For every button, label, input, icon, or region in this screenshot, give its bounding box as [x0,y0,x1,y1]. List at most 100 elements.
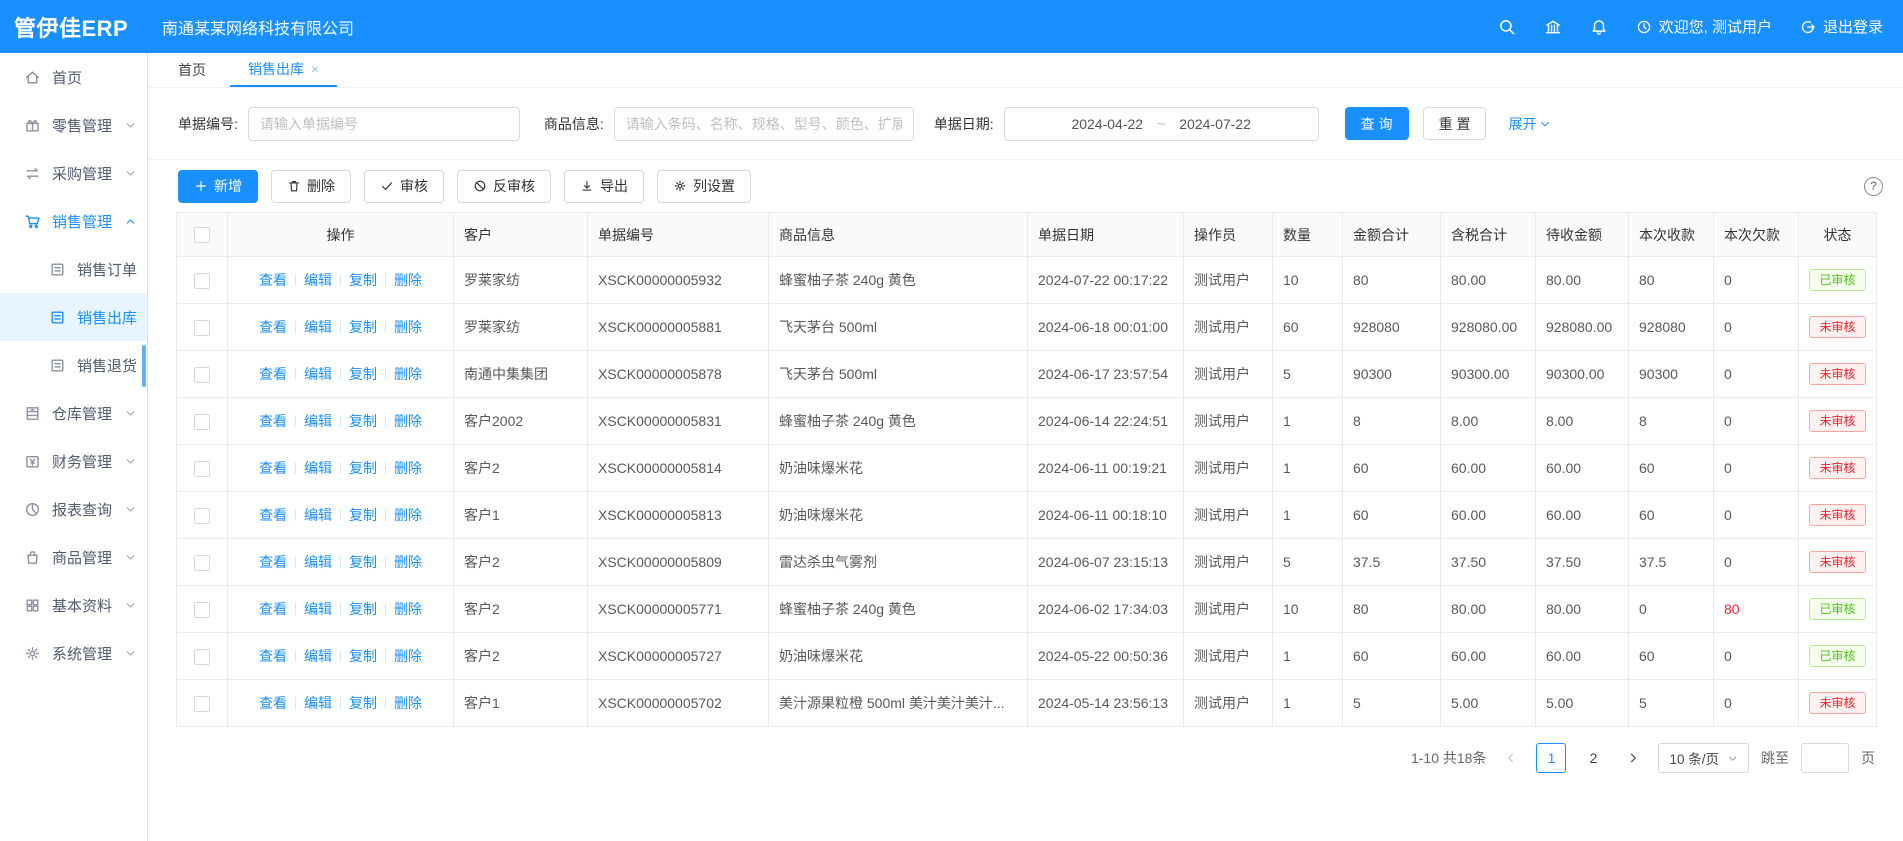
delete-link[interactable]: 删除 [394,507,422,523]
sidebar-item-sales-return[interactable]: 销售退货 [0,341,147,389]
delete-link[interactable]: 删除 [394,554,422,570]
copy-link[interactable]: 复制 [349,554,377,570]
page-number-1[interactable]: 1 [1536,743,1566,773]
logout-button[interactable]: 退出登录 [1800,16,1883,37]
product-input[interactable] [614,107,914,141]
sidebar-item-goods[interactable]: 商品管理 [0,533,147,581]
add-button[interactable]: 新增 [178,170,258,203]
delete-link[interactable]: 删除 [394,695,422,711]
help-icon[interactable]: ? [1864,177,1883,196]
view-link[interactable]: 查看 [259,648,287,664]
search-icon[interactable] [1498,18,1516,36]
col-received: 本次收款 [1629,213,1714,257]
sidebar-item-report[interactable]: 报表查询 [0,485,147,533]
copy-link[interactable]: 复制 [349,413,377,429]
amount-cell: 80 [1343,586,1441,633]
view-link[interactable]: 查看 [259,366,287,382]
row-checkbox[interactable] [194,367,210,383]
welcome-user[interactable]: 欢迎您, 测试用户 [1636,16,1772,37]
sidebar-item-home[interactable]: 首页 [0,53,147,101]
delete-button[interactable]: 删除 [271,170,351,203]
sidebar-item-purchase[interactable]: 采购管理 [0,149,147,197]
view-link[interactable]: 查看 [259,460,287,476]
row-checkbox[interactable] [194,461,210,477]
tab-sales-outbound[interactable]: 销售出库 × [230,53,337,87]
reset-button[interactable]: 重 置 [1423,107,1487,140]
edit-link[interactable]: 编辑 [304,366,332,382]
edit-link[interactable]: 编辑 [304,272,332,288]
view-link[interactable]: 查看 [259,272,287,288]
sidebar-item-basic-data[interactable]: 基本资料 [0,581,147,629]
search-button[interactable]: 查 询 [1345,107,1409,140]
tab-home[interactable]: 首页 [160,53,224,87]
delete-link[interactable]: 删除 [394,413,422,429]
copy-link[interactable]: 复制 [349,460,377,476]
edit-link[interactable]: 编辑 [304,460,332,476]
view-link[interactable]: 查看 [259,554,287,570]
copy-link[interactable]: 复制 [349,272,377,288]
sidebar-item-sales[interactable]: 销售管理 [0,197,147,245]
sidebar-item-sales-outbound[interactable]: 销售出库 [0,293,147,341]
edit-link[interactable]: 编辑 [304,319,332,335]
row-checkbox[interactable] [194,696,210,712]
view-link[interactable]: 查看 [259,319,287,335]
copy-link[interactable]: 复制 [349,648,377,664]
delete-link[interactable]: 删除 [394,648,422,664]
received-cell: 80 [1629,257,1714,304]
copy-link[interactable]: 复制 [349,601,377,617]
edit-link[interactable]: 编辑 [304,554,332,570]
row-checkbox[interactable] [194,649,210,665]
copy-link[interactable]: 复制 [349,319,377,335]
copy-link[interactable]: 复制 [349,366,377,382]
actions-cell: 查看 编辑 复制 删除 [228,445,454,492]
chevron-down-icon [1727,753,1738,764]
sidebar-item-finance[interactable]: 财务管理 [0,437,147,485]
view-link[interactable]: 查看 [259,695,287,711]
date-range-picker[interactable]: 2024-04-22 ~ 2024-07-22 [1004,107,1319,141]
sidebar-item-sales-order[interactable]: 销售订单 [0,245,147,293]
row-checkbox[interactable] [194,508,210,524]
copy-link[interactable]: 复制 [349,695,377,711]
page-number-2[interactable]: 2 [1578,743,1608,773]
delete-link[interactable]: 删除 [394,366,422,382]
edit-link[interactable]: 编辑 [304,507,332,523]
delete-link[interactable]: 删除 [394,319,422,335]
col-operator: 操作员 [1184,213,1273,257]
view-link[interactable]: 查看 [259,601,287,617]
sidebar-scrollbar-thumb[interactable] [142,345,146,387]
audit-button[interactable]: 审核 [364,170,444,203]
bell-icon[interactable] [1590,18,1608,36]
jump-page-input[interactable] [1801,743,1849,773]
bill-no-input[interactable] [248,107,520,141]
export-button[interactable]: 导出 [564,170,644,203]
edit-link[interactable]: 编辑 [304,695,332,711]
view-link[interactable]: 查看 [259,413,287,429]
delete-link[interactable]: 删除 [394,460,422,476]
doc-icon [49,261,66,278]
edit-link[interactable]: 编辑 [304,413,332,429]
next-page-icon[interactable] [1620,744,1646,772]
edit-link[interactable]: 编辑 [304,648,332,664]
close-icon[interactable]: × [311,61,319,77]
prev-page-icon[interactable] [1498,744,1524,772]
delete-link[interactable]: 删除 [394,272,422,288]
copy-link[interactable]: 复制 [349,507,377,523]
sidebar-item-retail[interactable]: 零售管理 [0,101,147,149]
view-link[interactable]: 查看 [259,507,287,523]
sidebar-item-warehouse[interactable]: 仓库管理 [0,389,147,437]
expand-link[interactable]: 展开 [1508,114,1551,134]
select-all-checkbox[interactable] [194,227,210,243]
column-settings-button[interactable]: 列设置 [657,170,751,203]
sidebar-item-system[interactable]: 系统管理 [0,629,147,677]
row-checkbox[interactable] [194,555,210,571]
actions-cell: 查看 编辑 复制 删除 [228,586,454,633]
row-checkbox[interactable] [194,602,210,618]
unaudit-button[interactable]: 反审核 [457,170,551,203]
edit-link[interactable]: 编辑 [304,601,332,617]
bank-icon[interactable] [1544,18,1562,36]
delete-link[interactable]: 删除 [394,601,422,617]
page-size-select[interactable]: 10 条/页 [1658,743,1749,773]
row-checkbox[interactable] [194,414,210,430]
row-checkbox[interactable] [194,273,210,289]
row-checkbox[interactable] [194,320,210,336]
